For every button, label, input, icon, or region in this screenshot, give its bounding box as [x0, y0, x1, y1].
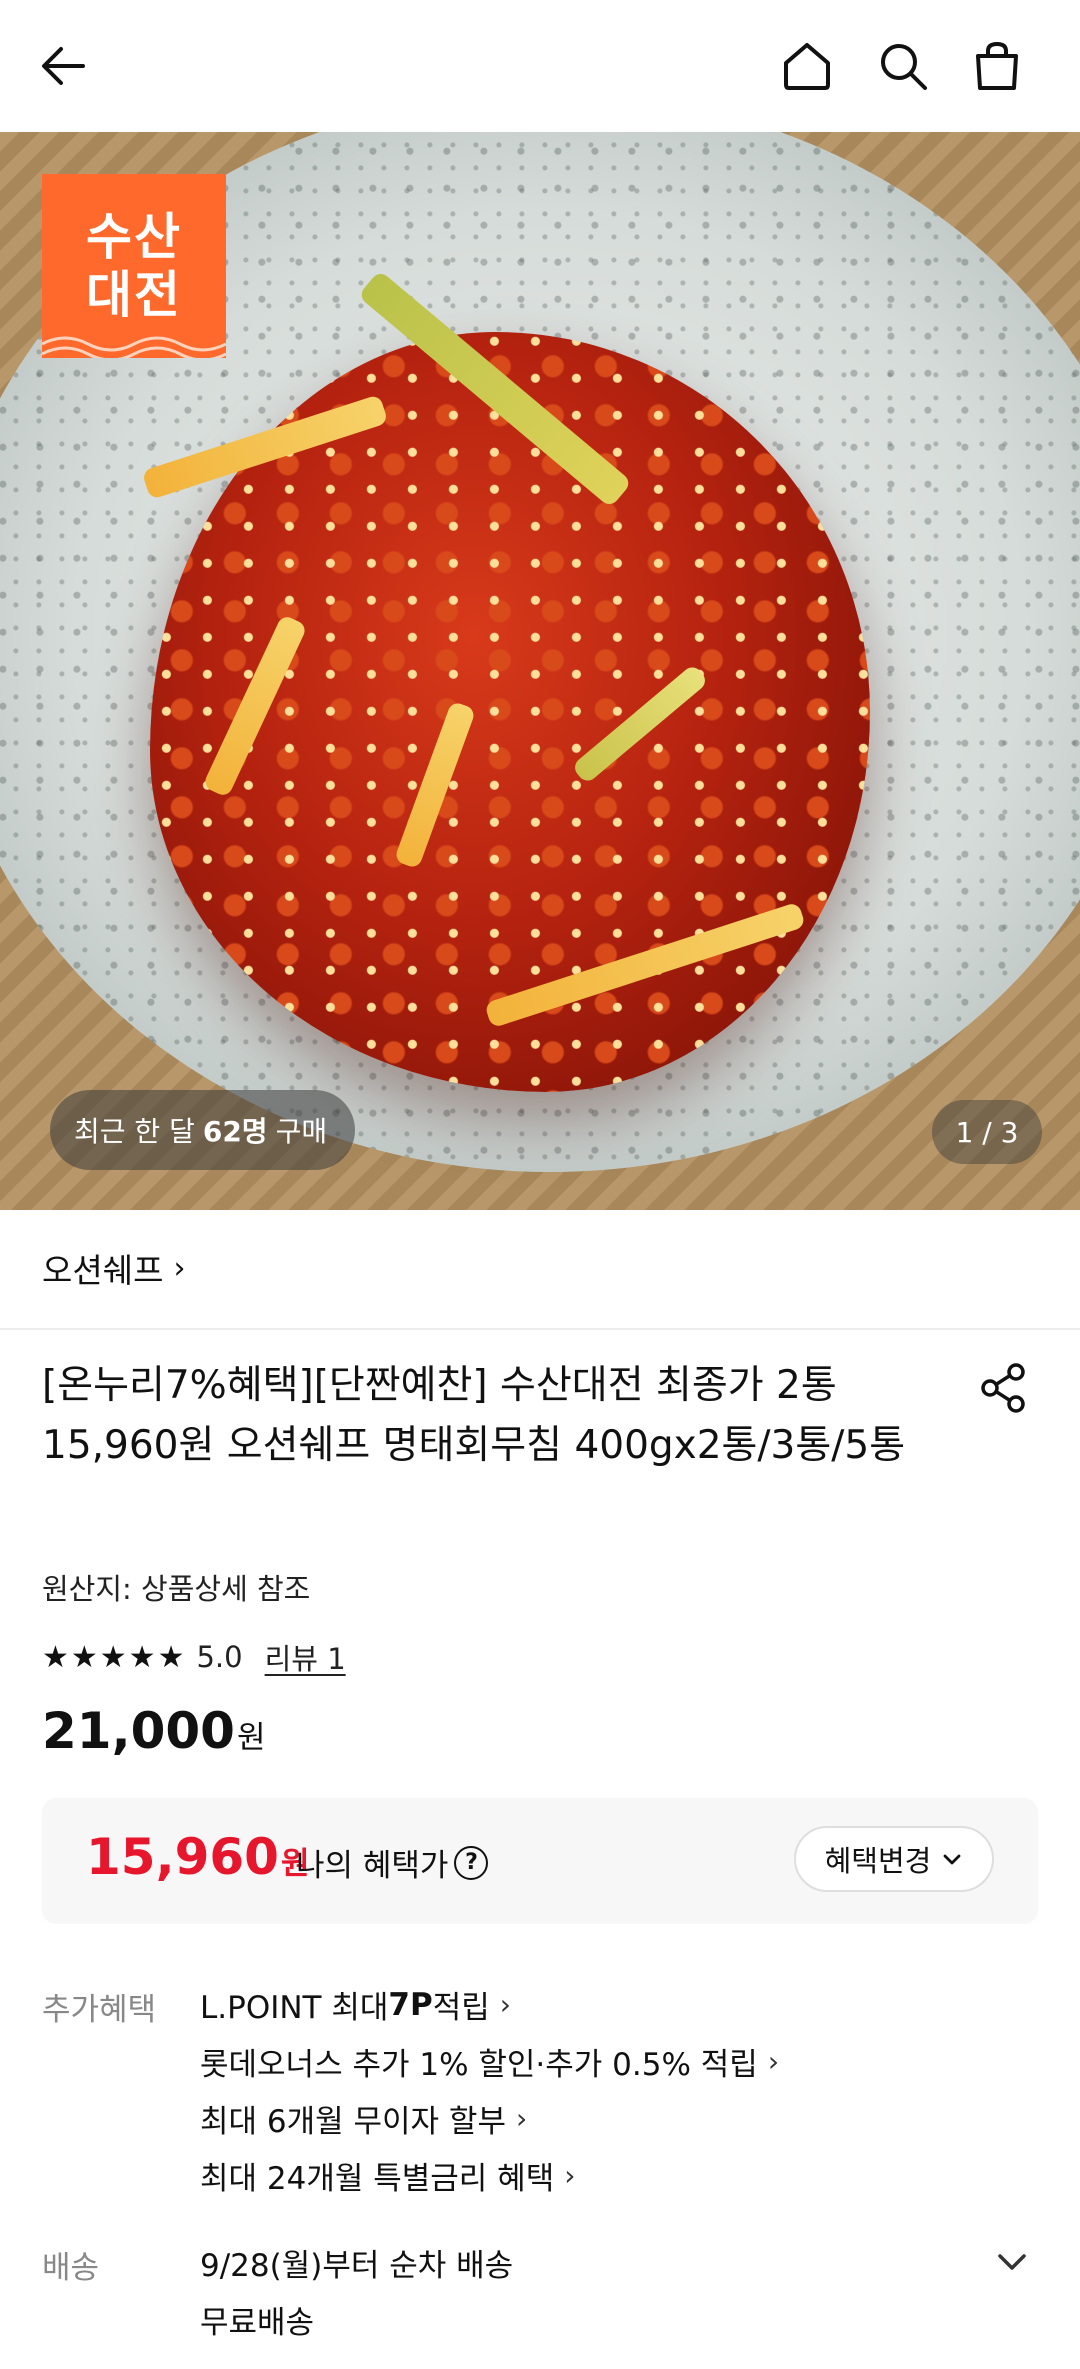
product-title: [온누리7%혜택][단짠예찬] 수산대전 최종가 2통 15,960원 오션쉐프…	[42, 1363, 906, 1468]
benefit-label: 나의 혜택가 ?	[296, 1840, 489, 1885]
home-icon[interactable]	[774, 33, 840, 99]
chevron-right-icon: ›	[515, 2102, 528, 2135]
extra-benefit-item[interactable]: 최대 6개월 무이자 할부 ›	[200, 2090, 779, 2147]
extra-benefits-label: 추가혜택	[42, 1992, 157, 2028]
shipping-fee: 무료배송	[200, 2305, 315, 2341]
original-price: 21,000 원	[42, 1702, 265, 1772]
benefit-price-box: 15,960 원 나의 혜택가 ? 혜택변경	[42, 1798, 1038, 1924]
chevron-right-icon: ›	[499, 1988, 511, 2021]
shipping-info: 9/28(월)부터 순차 배송 무료배송	[200, 2234, 513, 2348]
change-benefit-label: 혜택변경	[824, 1844, 932, 1878]
benefit-price: 15,960 원	[86, 1828, 309, 1886]
chevron-down-icon	[943, 1854, 961, 1865]
recent-purchase-chip: 최근 한 달 62명 구매	[50, 1090, 356, 1170]
extra-benefit-item[interactable]: 롯데오너스 추가 1% 할인·추가 0.5% 적립 ›	[200, 2033, 779, 2090]
benefit-label-text: 나의 혜택가	[296, 1848, 449, 1884]
price-unit: 원	[236, 1720, 266, 1756]
search-icon[interactable]	[870, 33, 936, 99]
extra-benefits-list: L.POINT 최대 7P 적립 › 롯데오너스 추가 1% 할인·추가 0.5…	[200, 1976, 779, 2204]
chevron-right-icon: ›	[767, 2045, 780, 2078]
star-rating-icon: ★★★★★	[42, 1639, 187, 1675]
badge-line-2: 대전	[86, 266, 182, 324]
top-bar	[0, 0, 1080, 132]
share-icon[interactable]	[976, 1360, 1032, 1416]
arrow-left-icon[interactable]	[30, 33, 96, 99]
shipping-date: 9/28(월)부터 순차 배송	[200, 2248, 514, 2284]
help-icon[interactable]: ?	[454, 1845, 489, 1880]
image-counter: 1 / 3	[932, 1100, 1042, 1164]
purchase-count: 62명	[202, 1115, 268, 1148]
origin-info: 원산지: 상품상세 참조	[42, 1572, 311, 1606]
review-link[interactable]: 리뷰 1	[265, 1636, 346, 1678]
shopping-bag-icon[interactable]	[964, 33, 1030, 99]
purchase-suffix: 구매	[275, 1115, 328, 1148]
seller-link[interactable]: 오션쉐프 ›	[42, 1240, 185, 1296]
chevron-down-icon[interactable]	[990, 2240, 1034, 2284]
purchase-prefix: 최근 한 달	[74, 1115, 195, 1148]
seller-name: 오션쉐프	[42, 1251, 164, 1290]
benefit-price-value: 15,960	[86, 1828, 279, 1886]
badge-line-1: 수산	[86, 208, 182, 266]
rating-row: ★★★★★ 5.0 리뷰 1	[42, 1632, 346, 1682]
event-badge: 수산 대전	[42, 174, 226, 358]
change-benefit-button[interactable]: 혜택변경	[794, 1826, 994, 1892]
shipping-label: 배송	[42, 2250, 100, 2286]
divider	[0, 1328, 1080, 1330]
chevron-right-icon: ›	[564, 2159, 576, 2192]
wave-icon	[42, 336, 226, 358]
price-value: 21,000	[42, 1702, 235, 1760]
extra-benefit-item[interactable]: 최대 24개월 특별금리 혜택 ›	[200, 2147, 779, 2204]
chevron-right-icon: ›	[173, 1250, 186, 1286]
rating-score: 5.0	[196, 1640, 243, 1674]
extra-benefit-item[interactable]: L.POINT 최대 7P 적립 ›	[200, 1976, 779, 2033]
